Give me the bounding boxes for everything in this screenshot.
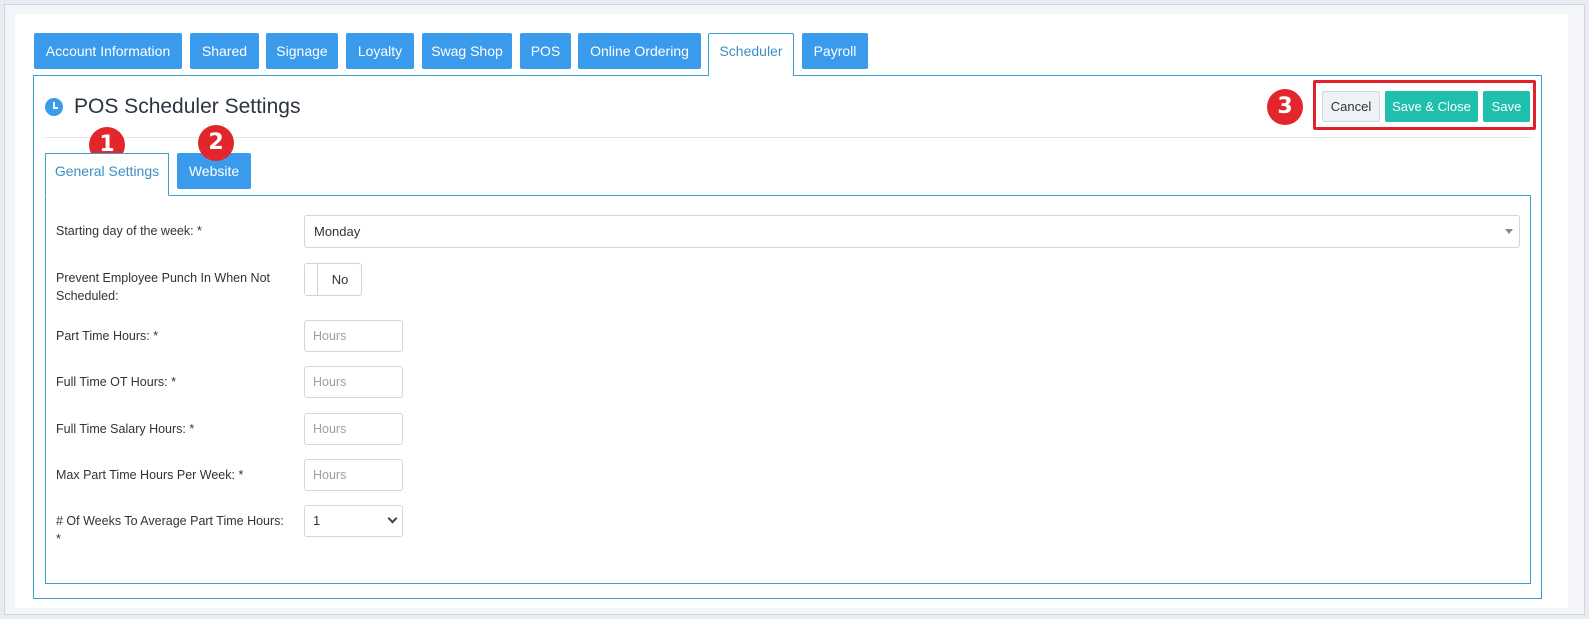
toggle-knob: [305, 264, 318, 295]
full-time-ot-hours-input[interactable]: [304, 366, 403, 398]
tab-account-information[interactable]: Account Information: [34, 33, 182, 69]
tab-loyalty[interactable]: Loyalty: [346, 33, 414, 69]
caret-down-icon: [1505, 229, 1513, 234]
full-time-salary-hours-input[interactable]: [304, 413, 403, 445]
tab-signage[interactable]: Signage: [266, 33, 338, 69]
max-part-time-hours-input[interactable]: [304, 459, 403, 491]
part-time-hours-label: Part Time Hours: *: [56, 329, 159, 343]
cancel-button[interactable]: Cancel: [1322, 91, 1380, 122]
chevron-down-icon: [387, 513, 398, 524]
tab-general-settings[interactable]: General Settings: [45, 153, 169, 196]
weeks-to-average-label: # Of Weeks To Average Part Time Hours: *: [56, 514, 284, 546]
prevent-punch-toggle[interactable]: No: [304, 263, 362, 296]
tab-pos[interactable]: POS: [520, 33, 571, 69]
tab-scheduler[interactable]: Scheduler: [708, 33, 794, 76]
tab-swag-shop[interactable]: Swag Shop: [422, 33, 512, 69]
tab-online-ordering[interactable]: Online Ordering: [578, 33, 701, 69]
toggle-state: No: [331, 272, 349, 287]
part-time-hours-input[interactable]: [304, 320, 403, 352]
clock-icon: [45, 98, 63, 116]
tab-payroll[interactable]: Payroll: [802, 33, 868, 69]
starting-day-label: Starting day of the week: *: [56, 224, 202, 238]
save-button[interactable]: Save: [1483, 91, 1530, 122]
page-title: POS Scheduler Settings: [74, 95, 301, 118]
callout-badge-3: 3: [1267, 89, 1303, 125]
weeks-to-average-value: 1: [313, 513, 321, 528]
callout-badge-2: 2: [198, 125, 234, 161]
full-time-ot-hours-label: Full Time OT Hours: *: [56, 375, 176, 389]
full-time-salary-hours-label: Full Time Salary Hours: *: [56, 422, 195, 436]
prevent-punch-label: Prevent Employee Punch In When Not Sched…: [56, 271, 271, 303]
starting-day-select[interactable]: Monday: [304, 215, 1520, 248]
save-and-close-button[interactable]: Save & Close: [1385, 91, 1478, 122]
weeks-to-average-select[interactable]: 1: [304, 505, 403, 537]
starting-day-value: Monday: [314, 224, 361, 239]
tab-shared[interactable]: Shared: [190, 33, 259, 69]
header-divider: [45, 137, 1531, 138]
max-part-time-hours-label: Max Part Time Hours Per Week: *: [56, 468, 244, 482]
